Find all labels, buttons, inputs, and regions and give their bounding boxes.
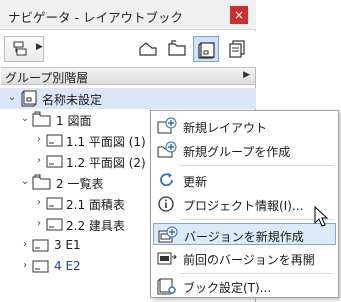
window-title: ナビゲータ - レイアウトブック	[8, 10, 183, 25]
new-group-icon	[157, 141, 177, 158]
menu-item-label: バージョンを新規作成	[184, 230, 304, 244]
tree-row-label: 1 図面	[56, 114, 92, 128]
publisher-sets-button[interactable]	[224, 36, 250, 62]
publisher-sets-icon	[229, 40, 245, 58]
menu-item-new-layout[interactable]: 新規レイアウト	[153, 115, 336, 137]
chevron-right-icon[interactable]: ›	[19, 259, 31, 273]
layout-book-button[interactable]	[193, 36, 219, 62]
chevron-right-icon[interactable]: ›	[19, 238, 31, 252]
menu-item-label: ブック設定(T)...	[183, 281, 272, 295]
group-hierarchy-label: グループ別階層	[5, 71, 89, 85]
new-version-icon	[158, 226, 178, 243]
navigator-menu-button[interactable]: ▶	[4, 36, 44, 62]
layout-icon	[32, 239, 49, 252]
layout-icon	[46, 218, 63, 231]
tree-row-label: 2 一覧表	[56, 177, 104, 191]
tree-row-label: 3 E1	[54, 238, 81, 252]
menu-item-label: 新規グループを作成	[183, 145, 291, 159]
layout-icon	[46, 134, 63, 147]
menu-separator	[179, 219, 334, 220]
menu-item-project-info[interactable]: プロジェクト情報(I)...	[153, 193, 336, 215]
folder-icon	[32, 111, 51, 127]
layout-icon	[32, 260, 49, 273]
chevron-right-icon[interactable]: ›	[33, 196, 45, 210]
folder-icon	[32, 174, 51, 190]
view-map-button[interactable]	[164, 36, 190, 62]
chevron-right-icon[interactable]: ›	[33, 133, 45, 147]
menu-item-label: 前回のバージョンを再開	[183, 253, 315, 267]
tree-row-label: 1.1 平面図 (1)	[66, 135, 146, 149]
menu-item-resume-version[interactable]: 前回のバージョンを再開	[153, 247, 336, 269]
tree-row-root[interactable]: ⌄ 名称未設定	[0, 88, 256, 109]
menu-item-label: 新規レイアウト	[183, 121, 268, 135]
book-settings-icon	[157, 278, 176, 295]
menu-item-new-group[interactable]: 新規グループを作成	[153, 139, 336, 161]
menu-item-label: 更新	[183, 175, 208, 189]
mouse-cursor-icon	[314, 206, 329, 227]
toolbar: ▶	[0, 31, 256, 67]
title-bar: ナビゲータ - レイアウトブック ×	[0, 0, 256, 30]
tree-row-label: 2.2 建具表	[66, 219, 125, 233]
menu-item-new-version[interactable]: バージョンを新規作成	[153, 223, 336, 245]
close-button[interactable]: ×	[230, 6, 248, 24]
chevron-down-icon[interactable]: ⌄	[19, 175, 31, 189]
project-map-button[interactable]	[135, 36, 161, 62]
project-map-icon	[139, 42, 157, 56]
chevron-down-icon[interactable]: ⌄	[6, 91, 18, 105]
menu-item-book-settings[interactable]: ブック設定(T)...	[153, 275, 336, 297]
info-icon	[158, 196, 174, 212]
tree-row-label: 4 E2	[54, 259, 81, 273]
layout-book-icon	[198, 42, 215, 59]
tree-row-label: 名称未設定	[42, 93, 103, 107]
group-hierarchy-bar[interactable]: グループ別階層 ▶	[1, 67, 255, 85]
chevron-right-icon: ▶	[36, 42, 43, 52]
book-icon	[21, 90, 37, 107]
menu-item-refresh[interactable]: 更新	[153, 169, 336, 191]
tree-row-label: 2.1 面積表	[66, 198, 125, 212]
tree-row-label: 1.2 平面図 (2)	[66, 156, 146, 170]
context-menu: 新規レイアウト 新規グループを作成 更新 プロジェクト情報(I)... バージョ…	[150, 110, 339, 298]
resume-version-icon	[157, 252, 177, 265]
refresh-icon	[160, 173, 173, 187]
layout-icon	[46, 197, 63, 210]
chevron-down-icon[interactable]: ⌄	[19, 112, 31, 126]
navigator-menu-icon	[13, 41, 27, 56]
chevron-right-icon[interactable]: ›	[33, 154, 45, 168]
view-map-icon	[168, 40, 186, 56]
menu-separator	[179, 165, 334, 166]
chevron-right-icon: ▶	[243, 70, 250, 80]
new-layout-icon	[157, 117, 177, 134]
menu-item-label: プロジェクト情報(I)...	[183, 199, 304, 213]
chevron-right-icon[interactable]: ›	[33, 217, 45, 231]
layout-icon	[46, 155, 63, 168]
menu-separator	[179, 273, 334, 274]
